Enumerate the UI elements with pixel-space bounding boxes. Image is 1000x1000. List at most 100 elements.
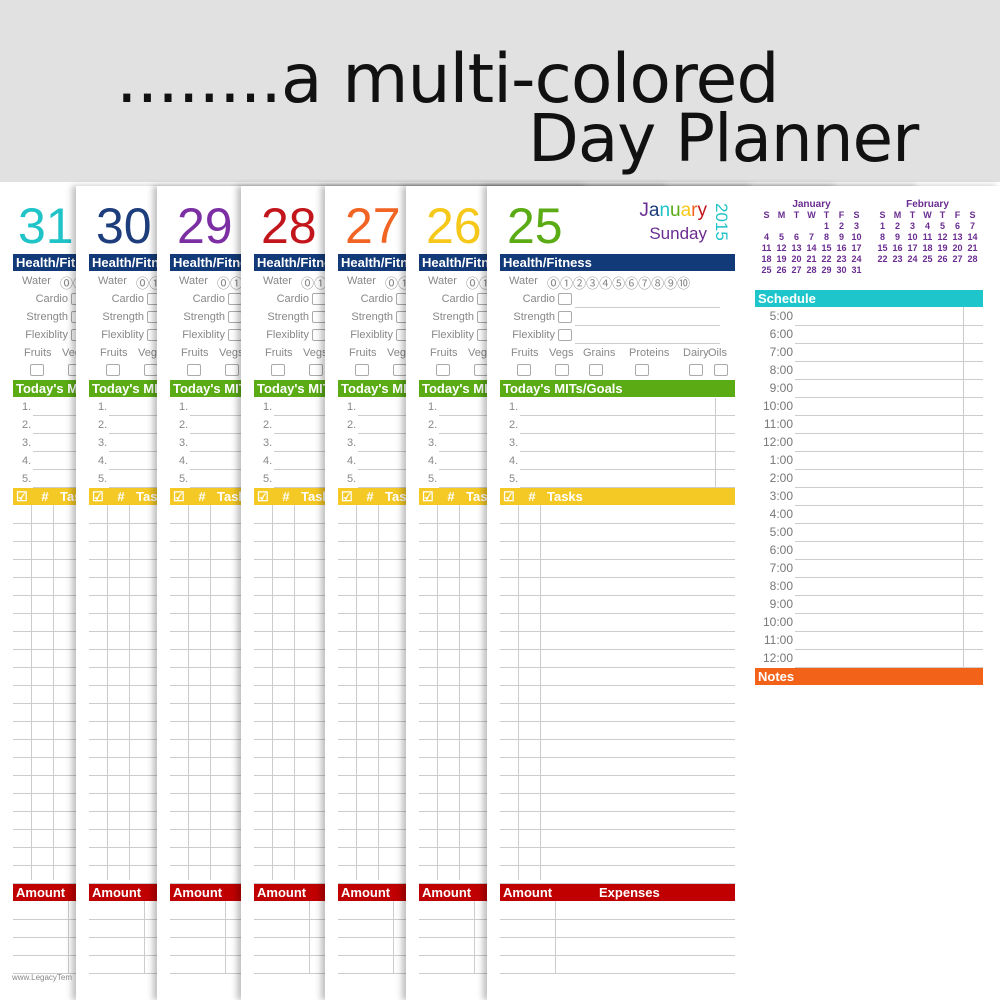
food-checkbox[interactable] xyxy=(309,364,323,376)
schedule-row[interactable] xyxy=(795,541,983,542)
food-checkbox[interactable] xyxy=(30,364,44,376)
food-checkbox[interactable] xyxy=(144,364,158,376)
task-row[interactable] xyxy=(500,847,735,848)
calendar-date[interactable]: 12 xyxy=(935,232,950,243)
calendar-date[interactable]: 26 xyxy=(774,265,789,276)
cardio-checkbox[interactable] xyxy=(228,293,242,305)
calendar-date[interactable]: 10 xyxy=(905,232,920,243)
task-row[interactable] xyxy=(500,559,735,560)
task-row[interactable] xyxy=(500,865,735,866)
flexibility-checkbox[interactable] xyxy=(228,329,242,341)
schedule-row[interactable] xyxy=(795,415,983,416)
water-glass-icon[interactable]: ⓪ xyxy=(301,276,314,291)
water-glass-icon[interactable]: ⓪ xyxy=(60,276,73,291)
calendar-date[interactable]: 30 xyxy=(834,265,849,276)
calendar-date[interactable]: 14 xyxy=(965,232,980,243)
calendar-date[interactable]: 19 xyxy=(935,243,950,254)
schedule-row[interactable] xyxy=(795,325,983,326)
schedule-row[interactable] xyxy=(795,631,983,632)
calendar-date[interactable]: 14 xyxy=(804,243,819,254)
calendar-date[interactable]: 7 xyxy=(804,232,819,243)
calendar-date[interactable]: 3 xyxy=(849,221,864,232)
calendar-date[interactable]: 9 xyxy=(834,232,849,243)
schedule-row[interactable] xyxy=(795,523,983,524)
water-glass-icon[interactable]: ② xyxy=(573,276,586,291)
water-glass-icon[interactable]: ⑨ xyxy=(664,276,677,291)
calendar-date[interactable]: 28 xyxy=(965,254,980,265)
food-checkbox[interactable] xyxy=(271,364,285,376)
calendar-date[interactable]: 25 xyxy=(759,265,774,276)
strength-checkbox[interactable] xyxy=(312,311,326,323)
calendar-date[interactable]: 24 xyxy=(849,254,864,265)
water-glass-icon[interactable]: ① xyxy=(560,276,573,291)
calendar-date[interactable]: 4 xyxy=(920,221,935,232)
calendar-date[interactable]: 21 xyxy=(804,254,819,265)
calendar-date[interactable]: 13 xyxy=(789,243,804,254)
schedule-row[interactable] xyxy=(795,451,983,452)
strength-checkbox[interactable] xyxy=(558,311,572,323)
calendar-date[interactable]: 27 xyxy=(789,265,804,276)
task-row[interactable] xyxy=(500,667,735,668)
calendar-date[interactable]: 7 xyxy=(965,221,980,232)
food-checkbox[interactable] xyxy=(187,364,201,376)
task-row[interactable] xyxy=(500,523,735,524)
calendar-date[interactable]: 23 xyxy=(834,254,849,265)
water-glass-icon[interactable]: ⓪ xyxy=(547,276,560,291)
calendar-date[interactable]: 28 xyxy=(804,265,819,276)
schedule-row[interactable] xyxy=(795,505,983,506)
food-checkbox[interactable] xyxy=(393,364,407,376)
calendar-date[interactable]: 22 xyxy=(875,254,890,265)
food-checkbox[interactable] xyxy=(635,364,649,376)
calendar-date[interactable]: 15 xyxy=(819,243,834,254)
water-glass-icon[interactable]: ⓪ xyxy=(385,276,398,291)
calendar-date[interactable]: 10 xyxy=(849,232,864,243)
calendar-date[interactable]: 6 xyxy=(789,232,804,243)
calendar-date[interactable]: 31 xyxy=(849,265,864,276)
calendar-date[interactable]: 4 xyxy=(759,232,774,243)
food-checkbox[interactable] xyxy=(355,364,369,376)
calendar-date[interactable]: 17 xyxy=(849,243,864,254)
food-checkbox[interactable] xyxy=(689,364,703,376)
schedule-row[interactable] xyxy=(795,433,983,434)
food-checkbox[interactable] xyxy=(589,364,603,376)
calendar-date[interactable]: 6 xyxy=(950,221,965,232)
calendar-date[interactable]: 5 xyxy=(935,221,950,232)
water-glass-icon[interactable]: ⓪ xyxy=(466,276,479,291)
task-row[interactable] xyxy=(500,811,735,812)
calendar-date[interactable]: 5 xyxy=(774,232,789,243)
water-glass-icon[interactable]: ⑩ xyxy=(677,276,690,291)
food-checkbox[interactable] xyxy=(225,364,239,376)
calendar-date[interactable]: 23 xyxy=(890,254,905,265)
food-checkbox[interactable] xyxy=(517,364,531,376)
calendar-date[interactable]: 29 xyxy=(819,265,834,276)
water-glass-icon[interactable]: ⓪ xyxy=(136,276,149,291)
calendar-date[interactable]: 27 xyxy=(950,254,965,265)
water-glass-icon[interactable]: ⑧ xyxy=(651,276,664,291)
calendar-date[interactable]: 1 xyxy=(819,221,834,232)
food-checkbox[interactable] xyxy=(106,364,120,376)
calendar-date[interactable]: 13 xyxy=(950,232,965,243)
food-checkbox[interactable] xyxy=(474,364,488,376)
calendar-date[interactable]: 16 xyxy=(890,243,905,254)
task-row[interactable] xyxy=(500,595,735,596)
water-glass-icon[interactable]: ⑦ xyxy=(638,276,651,291)
task-row[interactable] xyxy=(500,829,735,830)
water-glass-icon[interactable]: ⑥ xyxy=(625,276,638,291)
calendar-date[interactable]: 9 xyxy=(890,232,905,243)
calendar-date[interactable]: 22 xyxy=(819,254,834,265)
task-row[interactable] xyxy=(500,685,735,686)
task-row[interactable] xyxy=(500,631,735,632)
calendar-date[interactable]: 20 xyxy=(950,243,965,254)
schedule-row[interactable] xyxy=(795,649,983,650)
calendar-date[interactable]: 21 xyxy=(965,243,980,254)
water-tracker[interactable]: ⓪①②③④⑤⑥⑦⑧⑨⑩ xyxy=(547,273,690,292)
schedule-row[interactable] xyxy=(795,487,983,488)
expense-row[interactable] xyxy=(500,955,735,956)
schedule-row[interactable] xyxy=(795,469,983,470)
schedule-row[interactable] xyxy=(795,595,983,596)
flexibility-checkbox[interactable] xyxy=(312,329,326,341)
calendar-date[interactable]: 16 xyxy=(834,243,849,254)
cardio-checkbox[interactable] xyxy=(312,293,326,305)
flexibility-checkbox[interactable] xyxy=(558,329,572,341)
calendar-date[interactable]: 25 xyxy=(920,254,935,265)
